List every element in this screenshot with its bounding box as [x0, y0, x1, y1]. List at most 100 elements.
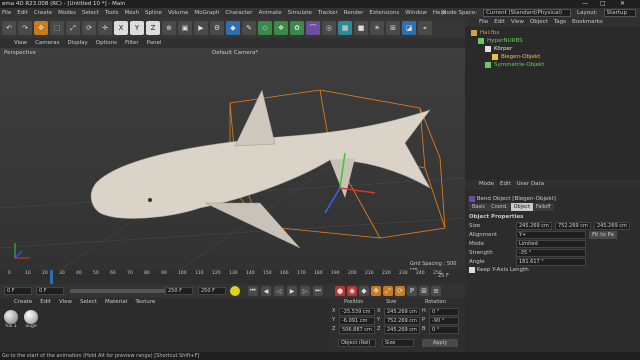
move-icon[interactable]: ✛: [98, 21, 112, 35]
material-swatch[interactable]: auge: [24, 310, 38, 329]
mat-menu-item[interactable]: Texture: [135, 299, 155, 306]
axis-z-button[interactable]: Z: [146, 21, 160, 35]
menu-item[interactable]: Spline: [145, 10, 162, 16]
axis-x-button[interactable]: X: [114, 21, 128, 35]
axis-y-button[interactable]: Y: [130, 21, 144, 35]
object-list-item[interactable]: Biegen-Objekt: [465, 53, 640, 61]
field-icon[interactable]: ◎: [322, 21, 336, 35]
viewport-3d[interactable]: Perspective Default Camera* Grid Spacing…: [0, 48, 465, 270]
snap-icon[interactable]: ⌖: [418, 21, 432, 35]
tab-basic[interactable]: Basic: [469, 203, 489, 211]
node-space-dropdown[interactable]: Current (Standard/Physical): [483, 9, 572, 17]
menu-item[interactable]: Animate: [259, 10, 282, 16]
timeline-ruler[interactable]: 0 10 20 30 40 50 60 70 80 90 100 110 120 130 140 150 160…: [0, 270, 465, 284]
key-scale-icon[interactable]: ⤢: [383, 286, 393, 296]
obj-menu-item[interactable]: Tags: [554, 19, 566, 26]
obj-menu-item[interactable]: Edit: [494, 19, 505, 26]
position-z-field[interactable]: 506.887 cm: [339, 326, 375, 334]
viewport-menu-item[interactable]: View: [14, 40, 27, 46]
viewport-menu-item[interactable]: Options: [96, 40, 117, 46]
camera-icon[interactable]: ■: [354, 21, 368, 35]
max-frame-field[interactable]: 250 F: [198, 287, 226, 295]
material-swatch[interactable]: hai 1: [4, 310, 18, 329]
key-rotation-icon[interactable]: ⟳: [395, 286, 405, 296]
viewport-menu-item[interactable]: Display: [68, 40, 88, 46]
pen-tool-icon[interactable]: ✎: [242, 21, 256, 35]
scene-icon[interactable]: ▦: [338, 21, 352, 35]
menu-item[interactable]: Select: [82, 10, 99, 16]
menu-item[interactable]: Modes: [58, 10, 76, 16]
size-mode-dropdown[interactable]: Size: [382, 339, 414, 347]
menu-item[interactable]: Window: [405, 10, 427, 16]
size-z-field[interactable]: 245.269 cm: [384, 326, 420, 334]
workplane-icon[interactable]: ◪: [402, 21, 416, 35]
object-list-item[interactable]: Symmetrie-Objekt: [465, 61, 640, 69]
keyframe-icon[interactable]: ◆: [359, 286, 369, 296]
attr-value-field[interactable]: 752.269 cm: [555, 222, 591, 230]
minimize-icon[interactable]: —: [582, 0, 588, 8]
tab-falloff[interactable]: Falloff: [532, 203, 554, 211]
cloner-icon[interactable]: ❖: [274, 21, 288, 35]
obj-menu-item[interactable]: View: [511, 19, 524, 26]
obj-menu-item[interactable]: Object: [530, 19, 548, 26]
attr-menu-item[interactable]: User Data: [517, 181, 544, 188]
obj-menu-item[interactable]: File: [479, 19, 488, 26]
move-tool-icon[interactable]: ✥: [34, 21, 48, 35]
end-frame-field[interactable]: 250 F: [165, 287, 193, 295]
deformer-icon[interactable]: ⌒: [306, 21, 320, 35]
grid-snap-icon[interactable]: ⊞: [386, 21, 400, 35]
subdivision-icon[interactable]: ◇: [258, 21, 272, 35]
maximize-icon[interactable]: □: [600, 0, 606, 8]
key-position-icon[interactable]: ✥: [371, 286, 381, 296]
menu-item[interactable]: Tracker: [318, 10, 338, 16]
mat-menu-item[interactable]: View: [59, 299, 72, 306]
render-view-icon[interactable]: ▶: [194, 21, 208, 35]
key-param-icon[interactable]: P: [407, 286, 417, 296]
keep-y-axis-row[interactable]: Keep Y-Axis Length: [465, 266, 640, 274]
object-list-item[interactable]: Hai.fbx: [465, 29, 640, 37]
position-y-field[interactable]: -6.091 cm: [339, 317, 375, 325]
current-frame-field[interactable]: 0 F: [36, 287, 64, 295]
menu-item[interactable]: Volume: [168, 10, 188, 16]
attr-value-field[interactable]: Limited: [516, 240, 586, 248]
attr-value-field[interactable]: 245.269 cm: [594, 222, 630, 230]
record-icon[interactable]: ●: [335, 286, 345, 296]
viewport-menu-item[interactable]: Filter: [125, 40, 139, 46]
rotation-p-field[interactable]: -90 °: [429, 317, 459, 325]
rotate-tool-icon[interactable]: ⟳: [82, 21, 96, 35]
close-icon[interactable]: ✕: [620, 0, 625, 8]
tab-object[interactable]: Object: [510, 203, 533, 211]
menu-item[interactable]: Extensions: [369, 10, 399, 16]
attr-menu-item[interactable]: Mode: [479, 181, 494, 188]
attr-value-field[interactable]: 181.617 °: [516, 258, 586, 266]
attr-menu-item[interactable]: Edit: [500, 181, 511, 188]
apply-button[interactable]: Apply: [422, 339, 458, 347]
mat-menu-item[interactable]: Create: [14, 299, 32, 306]
cube-icon[interactable]: ◆: [226, 21, 240, 35]
coord-mode-dropdown[interactable]: Object (Rel): [338, 339, 376, 347]
go-to-end-icon[interactable]: ⏭: [313, 286, 323, 296]
menu-item[interactable]: Mesh: [125, 10, 139, 16]
undo-icon[interactable]: ↶: [2, 21, 16, 35]
menu-item[interactable]: Render: [344, 10, 364, 16]
menu-item[interactable]: Tools: [105, 10, 119, 16]
light-icon[interactable]: ☀: [370, 21, 384, 35]
object-list-item[interactable]: Körper: [465, 45, 640, 53]
rotation-b-field[interactable]: 0 °: [429, 326, 459, 334]
key-pla-icon[interactable]: ⊞: [419, 286, 429, 296]
mat-menu-item[interactable]: Select: [80, 299, 97, 306]
mat-menu-item[interactable]: Edit: [40, 299, 51, 306]
size-y-field[interactable]: 752.269 cm: [384, 317, 420, 325]
checkbox-icon[interactable]: [469, 266, 475, 273]
attr-value-field[interactable]: 245.269 cm: [516, 222, 552, 230]
attr-value-field[interactable]: -35 °: [516, 249, 586, 257]
generator-icon[interactable]: ✿: [290, 21, 304, 35]
motion-icon[interactable]: ≡: [431, 286, 441, 296]
play-backward-icon[interactable]: ◁: [274, 286, 284, 296]
render-settings-icon[interactable]: ⚙: [210, 21, 224, 35]
prev-key-icon[interactable]: ◀: [261, 286, 271, 296]
object-list-item[interactable]: HyperNURBS: [465, 37, 640, 45]
play-icon[interactable]: ▶: [287, 286, 297, 296]
menu-item[interactable]: MoGraph: [194, 10, 219, 16]
menu-item[interactable]: File: [2, 10, 11, 16]
